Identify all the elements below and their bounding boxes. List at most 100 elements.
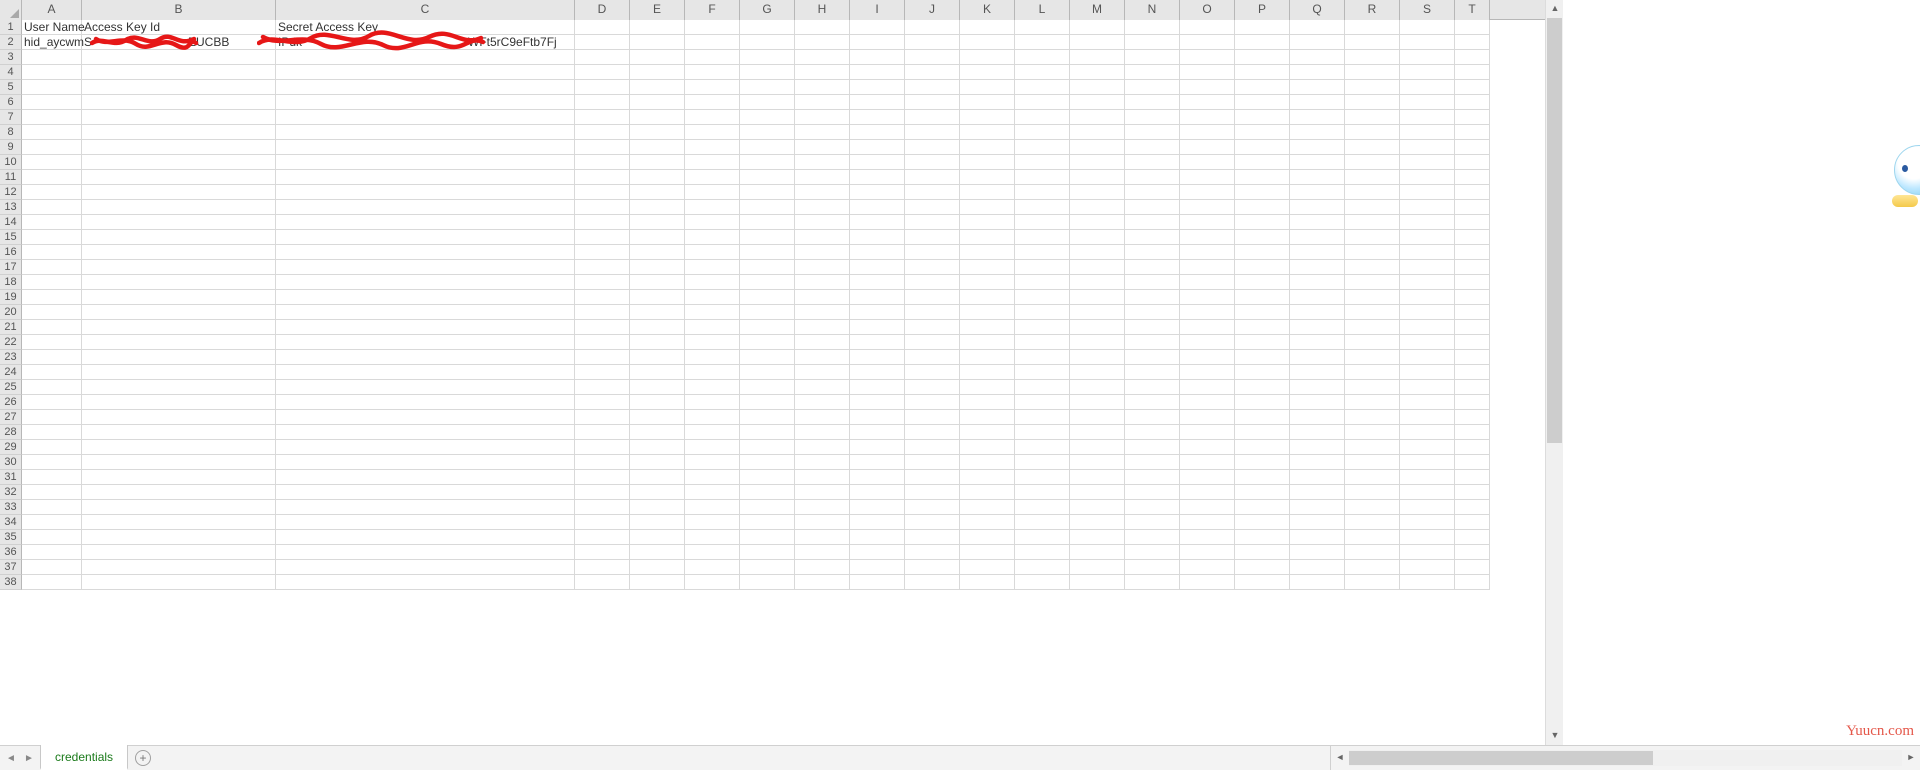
cell-R29[interactable]: [1345, 440, 1400, 455]
cell-G30[interactable]: [740, 455, 795, 470]
cell-L14[interactable]: [1015, 215, 1070, 230]
cell-F1[interactable]: [685, 20, 740, 35]
cell-C20[interactable]: [276, 305, 575, 320]
cell-B29[interactable]: [82, 440, 276, 455]
cell-J21[interactable]: [905, 320, 960, 335]
cell-N33[interactable]: [1125, 500, 1180, 515]
cell-J9[interactable]: [905, 140, 960, 155]
cell-P23[interactable]: [1235, 350, 1290, 365]
column-header-A[interactable]: A: [22, 0, 82, 20]
cell-I17[interactable]: [850, 260, 905, 275]
column-header-H[interactable]: H: [795, 0, 850, 20]
cell-C11[interactable]: [276, 170, 575, 185]
cell-D19[interactable]: [575, 290, 630, 305]
cell-J14[interactable]: [905, 215, 960, 230]
cell-K5[interactable]: [960, 80, 1015, 95]
assistant-mascot-icon[interactable]: [1890, 145, 1920, 210]
cell-M30[interactable]: [1070, 455, 1125, 470]
cell-M14[interactable]: [1070, 215, 1125, 230]
cell-H1[interactable]: [795, 20, 850, 35]
cell-K36[interactable]: [960, 545, 1015, 560]
cell-H2[interactable]: [795, 35, 850, 50]
cell-F11[interactable]: [685, 170, 740, 185]
cell-H4[interactable]: [795, 65, 850, 80]
cell-R37[interactable]: [1345, 560, 1400, 575]
cell-E23[interactable]: [630, 350, 685, 365]
cell-J2[interactable]: [905, 35, 960, 50]
cell-C19[interactable]: [276, 290, 575, 305]
cell-R31[interactable]: [1345, 470, 1400, 485]
cell-B31[interactable]: [82, 470, 276, 485]
cell-B16[interactable]: [82, 245, 276, 260]
cell-A2[interactable]: hid_aycwm: [22, 35, 82, 50]
row-header-37[interactable]: 37: [0, 560, 22, 575]
cell-D3[interactable]: [575, 50, 630, 65]
cell-J5[interactable]: [905, 80, 960, 95]
row-header-7[interactable]: 7: [0, 110, 22, 125]
cell-E25[interactable]: [630, 380, 685, 395]
cell-S30[interactable]: [1400, 455, 1455, 470]
cell-K38[interactable]: [960, 575, 1015, 590]
cell-J11[interactable]: [905, 170, 960, 185]
cell-L7[interactable]: [1015, 110, 1070, 125]
cell-B38[interactable]: [82, 575, 276, 590]
cell-H8[interactable]: [795, 125, 850, 140]
cell-L6[interactable]: [1015, 95, 1070, 110]
cell-B26[interactable]: [82, 395, 276, 410]
cell-E20[interactable]: [630, 305, 685, 320]
cell-B25[interactable]: [82, 380, 276, 395]
cell-S2[interactable]: [1400, 35, 1455, 50]
cell-Q11[interactable]: [1290, 170, 1345, 185]
cell-J3[interactable]: [905, 50, 960, 65]
cell-T22[interactable]: [1455, 335, 1490, 350]
horizontal-scroll-thumb[interactable]: [1349, 751, 1653, 765]
cell-B33[interactable]: [82, 500, 276, 515]
cell-J4[interactable]: [905, 65, 960, 80]
cell-S18[interactable]: [1400, 275, 1455, 290]
cell-H21[interactable]: [795, 320, 850, 335]
cell-H5[interactable]: [795, 80, 850, 95]
cell-D29[interactable]: [575, 440, 630, 455]
cell-I21[interactable]: [850, 320, 905, 335]
cell-F33[interactable]: [685, 500, 740, 515]
cell-J13[interactable]: [905, 200, 960, 215]
cell-E18[interactable]: [630, 275, 685, 290]
cell-H22[interactable]: [795, 335, 850, 350]
cell-T13[interactable]: [1455, 200, 1490, 215]
cell-D14[interactable]: [575, 215, 630, 230]
cell-Q24[interactable]: [1290, 365, 1345, 380]
cell-F5[interactable]: [685, 80, 740, 95]
cell-B21[interactable]: [82, 320, 276, 335]
cell-P18[interactable]: [1235, 275, 1290, 290]
cell-Q8[interactable]: [1290, 125, 1345, 140]
cell-L5[interactable]: [1015, 80, 1070, 95]
cell-N21[interactable]: [1125, 320, 1180, 335]
cell-B5[interactable]: [82, 80, 276, 95]
cell-L11[interactable]: [1015, 170, 1070, 185]
cell-H14[interactable]: [795, 215, 850, 230]
cell-M25[interactable]: [1070, 380, 1125, 395]
cell-L19[interactable]: [1015, 290, 1070, 305]
cell-H23[interactable]: [795, 350, 850, 365]
cell-E27[interactable]: [630, 410, 685, 425]
cell-E24[interactable]: [630, 365, 685, 380]
cell-A23[interactable]: [22, 350, 82, 365]
cell-N19[interactable]: [1125, 290, 1180, 305]
cell-T8[interactable]: [1455, 125, 1490, 140]
cell-I4[interactable]: [850, 65, 905, 80]
cell-O12[interactable]: [1180, 185, 1235, 200]
cell-G20[interactable]: [740, 305, 795, 320]
cell-K2[interactable]: [960, 35, 1015, 50]
cell-K28[interactable]: [960, 425, 1015, 440]
cell-M31[interactable]: [1070, 470, 1125, 485]
cell-I35[interactable]: [850, 530, 905, 545]
cell-J22[interactable]: [905, 335, 960, 350]
cell-E21[interactable]: [630, 320, 685, 335]
cell-G29[interactable]: [740, 440, 795, 455]
cell-O14[interactable]: [1180, 215, 1235, 230]
cell-F18[interactable]: [685, 275, 740, 290]
cell-M13[interactable]: [1070, 200, 1125, 215]
cell-E7[interactable]: [630, 110, 685, 125]
cell-J19[interactable]: [905, 290, 960, 305]
cell-J34[interactable]: [905, 515, 960, 530]
